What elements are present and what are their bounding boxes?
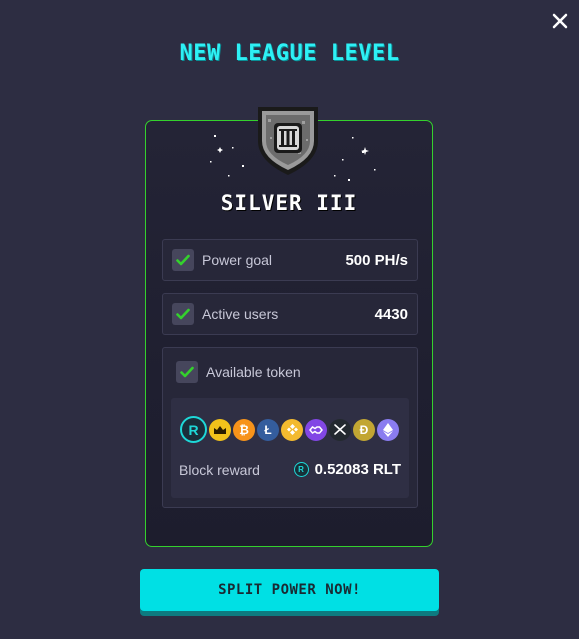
crown-token-icon[interactable]	[209, 418, 231, 441]
split-power-now-button[interactable]: SPLIT POWER NOW!	[140, 569, 439, 611]
checkmark-icon	[172, 303, 194, 325]
league-card: SILVER III Power goal 500 PH/s Active us…	[145, 107, 433, 547]
block-reward-label: Block reward	[179, 461, 260, 478]
requirement-row-active-users: Active users 4430	[162, 293, 418, 335]
checkmark-icon	[172, 249, 194, 271]
block-reward-amount: 0.52083 RLT	[314, 461, 401, 478]
close-icon[interactable]	[549, 10, 571, 32]
modal-title: NEW LEAGUE LEVEL	[179, 41, 400, 66]
block-reward-value: R 0.52083 RLT	[293, 461, 401, 478]
xrp-icon[interactable]	[329, 418, 351, 441]
rlt-icon[interactable]: R	[180, 416, 207, 443]
polygon-icon[interactable]	[305, 418, 327, 441]
litecoin-icon[interactable]: Ł	[257, 418, 279, 441]
checkmark-icon	[176, 361, 198, 383]
requirement-value: 500 PH/s	[345, 251, 408, 269]
requirement-value: 4430	[374, 305, 408, 323]
binance-icon[interactable]	[281, 418, 303, 441]
token-details: R ₿ Ł Ð Block reward R 0.52083 RLT	[171, 398, 409, 498]
rlt-icon: R	[293, 462, 309, 477]
available-token-header: Available token	[176, 361, 301, 383]
bitcoin-icon[interactable]: ₿	[233, 418, 255, 441]
dogecoin-icon[interactable]: Ð	[353, 418, 375, 441]
requirement-row-power-goal: Power goal 500 PH/s	[162, 239, 418, 281]
silver-league-badge-icon	[252, 101, 324, 179]
available-token-section: Available token R ₿ Ł Ð Block reward R 0…	[162, 347, 418, 508]
token-list: R ₿ Ł Ð	[180, 416, 399, 443]
requirement-label: Active users	[202, 306, 279, 322]
league-name: SILVER III	[220, 191, 358, 215]
block-reward-row: Block reward R 0.52083 RLT	[179, 461, 401, 478]
ethereum-icon[interactable]	[377, 418, 399, 441]
modal-overlay: NEW LEAGUE LEVEL SILVER III Power goal 5…	[0, 0, 579, 639]
available-token-label: Available token	[206, 364, 301, 380]
requirement-label: Power goal	[202, 252, 273, 268]
